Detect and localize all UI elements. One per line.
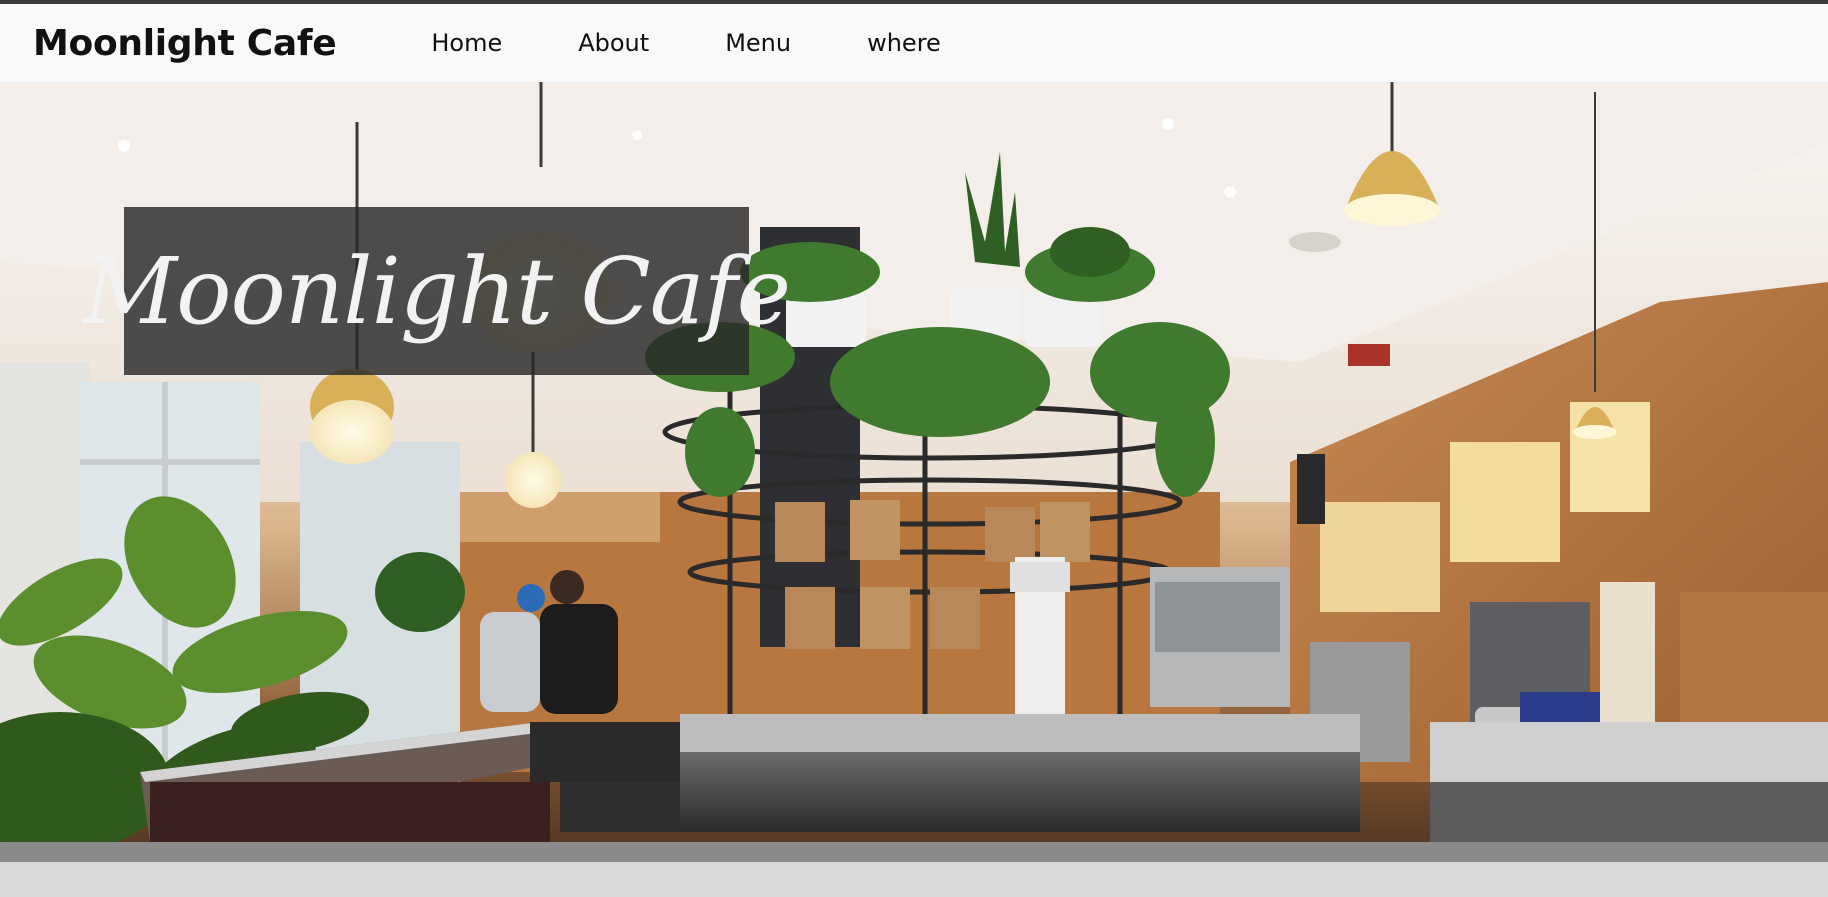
hero-title: Moonlight Cafe (82, 237, 791, 345)
nav-link-where[interactable]: where (867, 29, 941, 57)
hero-title-box: Moonlight Cafe (83, 207, 791, 375)
nav-links: Home About Menu where (388, 29, 1016, 57)
nav-link-home[interactable]: Home (431, 29, 502, 57)
hero-banner: Moonlight Cafe (0, 82, 1828, 897)
navbar: Moonlight Cafe Home About Menu where (0, 4, 1828, 82)
brand-logo-link[interactable]: Moonlight Cafe (33, 23, 337, 64)
nav-link-about[interactable]: About (578, 29, 649, 57)
nav-link-menu[interactable]: Menu (725, 29, 791, 57)
hero-cafe-photo (0, 82, 1828, 897)
